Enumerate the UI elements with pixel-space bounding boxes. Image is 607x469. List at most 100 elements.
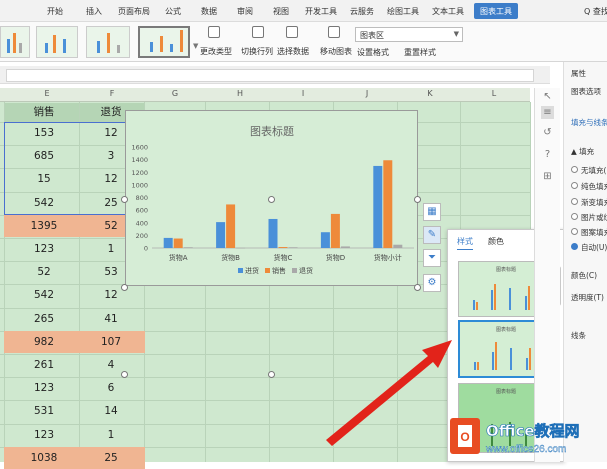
help-icon[interactable]: ? xyxy=(541,148,554,161)
tab-page-layout[interactable]: 页面布局 xyxy=(118,6,150,17)
legend-label: 进货 xyxy=(245,266,259,275)
cell-sales[interactable]: 52 xyxy=(14,261,74,283)
tab-home[interactable]: 开始 xyxy=(47,6,63,17)
resize-handle-b[interactable] xyxy=(268,371,275,378)
cell-sales[interactable]: 1395 xyxy=(14,215,74,237)
cell-returns[interactable]: 4 xyxy=(80,354,142,376)
cell-sales[interactable]: 1038 xyxy=(14,447,74,469)
cell-returns[interactable]: 14 xyxy=(80,400,142,422)
bar-退货[interactable] xyxy=(393,244,403,248)
style-gallery-arrow[interactable]: ▼ xyxy=(193,42,198,50)
fill-section-toggle[interactable]: ▲ 填充 xyxy=(571,146,594,157)
column-header-l[interactable]: L xyxy=(489,89,499,98)
y-tick-label: 0 xyxy=(144,245,148,253)
properties-icon[interactable]: ≡ xyxy=(541,106,554,119)
bar-销售[interactable] xyxy=(226,204,236,248)
cell-sales[interactable]: 265 xyxy=(14,308,74,330)
chart-element-select[interactable]: 图表区 ▼ xyxy=(355,27,463,42)
cell-sales[interactable]: 531 xyxy=(14,400,74,422)
bar-进货[interactable] xyxy=(268,218,278,248)
chart-filter-icon[interactable]: ⏷ xyxy=(423,249,441,267)
radio-no-fill[interactable] xyxy=(571,166,578,173)
chart-style-thumb-4[interactable] xyxy=(138,26,190,58)
column-header-f[interactable]: F xyxy=(107,89,117,98)
cell-sales[interactable]: 123 xyxy=(14,238,74,260)
chart-title[interactable]: 图表标题 xyxy=(250,124,294,138)
select-data-button[interactable]: 选择数据 xyxy=(277,46,309,57)
bar-进货[interactable] xyxy=(163,237,173,248)
panel-tab-style[interactable]: 样式 xyxy=(457,236,473,250)
resize-handle-tl[interactable] xyxy=(121,196,128,203)
tab-review[interactable]: 审阅 xyxy=(237,6,253,17)
tab-data[interactable]: 数据 xyxy=(201,6,217,17)
bar-销售[interactable] xyxy=(330,213,340,248)
column-header-g[interactable]: G xyxy=(170,89,180,98)
cell-sales[interactable]: 261 xyxy=(14,354,74,376)
cell-returns[interactable]: 1 xyxy=(80,424,142,446)
radio-gradient-fill[interactable] xyxy=(571,198,578,205)
chart-style-thumb-1[interactable] xyxy=(0,26,30,58)
chart-options-dropdown[interactable]: 图表选项 xyxy=(571,86,601,97)
column-header-h[interactable]: H xyxy=(235,89,245,98)
column-header-j[interactable]: J xyxy=(362,89,372,98)
tab-chart-tools[interactable]: 图表工具 xyxy=(474,3,518,19)
bar-销售[interactable] xyxy=(278,247,288,248)
resize-handle-t[interactable] xyxy=(268,196,275,203)
tab-view[interactable]: 视图 xyxy=(273,6,289,17)
tab-drawing-tools[interactable]: 绘图工具 xyxy=(387,6,419,17)
resize-handle-bl[interactable] xyxy=(121,371,128,378)
search-button[interactable]: Q 查找 xyxy=(584,6,607,17)
bar-销售[interactable] xyxy=(383,160,393,248)
panel-tab-color[interactable]: 颜色 xyxy=(488,236,504,247)
chart-style-thumb-2[interactable] xyxy=(36,26,78,58)
cell-sales[interactable]: 542 xyxy=(14,284,74,306)
cell-sales[interactable]: 982 xyxy=(14,331,74,353)
bar-销售[interactable] xyxy=(173,238,183,248)
change-type-button[interactable]: 更改类型 xyxy=(200,46,232,57)
bar-进货[interactable] xyxy=(216,222,226,248)
set-format-button[interactable]: 设置格式 xyxy=(357,47,389,58)
tab-developer[interactable]: 开发工具 xyxy=(305,6,337,17)
resize-handle-r[interactable] xyxy=(414,284,421,291)
tab-formulas[interactable]: 公式 xyxy=(165,6,181,17)
cell-returns[interactable]: 6 xyxy=(80,377,142,399)
bar-退货[interactable] xyxy=(236,247,246,249)
move-chart-button[interactable]: 移动图表 xyxy=(320,46,352,57)
color-label: 颜色(C) xyxy=(571,271,598,280)
bar-退货[interactable] xyxy=(288,247,298,248)
header-sales[interactable]: 销售 xyxy=(14,102,74,122)
tab-cloud[interactable]: 云服务 xyxy=(350,6,374,17)
bar-进货[interactable] xyxy=(373,165,383,248)
fill-line-tab[interactable]: 填充与线条 xyxy=(571,117,607,128)
cell-sales[interactable]: 123 xyxy=(14,424,74,446)
bar-进货[interactable] xyxy=(320,232,330,248)
column-header-e[interactable]: E xyxy=(42,89,52,98)
formula-input[interactable] xyxy=(6,69,534,82)
radio-pattern-fill[interactable] xyxy=(571,228,578,235)
cell-returns[interactable]: 25 xyxy=(80,447,142,469)
resize-handle-l[interactable] xyxy=(121,284,128,291)
chart-style-brush-icon[interactable]: ✎ xyxy=(423,226,441,244)
switch-rowcol-button[interactable]: 切换行列 xyxy=(241,46,273,57)
history-icon[interactable]: ↺ xyxy=(541,126,554,139)
chart-elements-icon[interactable]: ▦ xyxy=(423,203,441,221)
chart-settings-gear-icon[interactable]: ⚙ xyxy=(423,274,441,292)
radio-auto-fill[interactable] xyxy=(571,243,578,250)
cell-returns[interactable]: 41 xyxy=(80,308,142,330)
tab-insert[interactable]: 插入 xyxy=(86,6,102,17)
apps-icon[interactable]: ⊞ xyxy=(541,170,554,183)
radio-solid-fill[interactable] xyxy=(571,182,578,189)
reset-style-button[interactable]: 重置样式 xyxy=(404,47,436,58)
cell-returns[interactable]: 107 xyxy=(80,331,142,353)
arrow-pointer-icon[interactable]: ↖ xyxy=(541,90,554,103)
cell-sales[interactable]: 123 xyxy=(14,377,74,399)
tab-text-tools[interactable]: 文本工具 xyxy=(432,6,464,17)
cell-returns[interactable]: 12 xyxy=(80,284,142,306)
chart-style-thumb-3[interactable] xyxy=(86,26,130,58)
bar-退货[interactable] xyxy=(183,247,193,248)
column-header-i[interactable]: I xyxy=(298,89,308,98)
radio-picture-fill[interactable] xyxy=(571,213,578,220)
bar-退货[interactable] xyxy=(340,246,350,248)
resize-handle-tr[interactable] xyxy=(414,196,421,203)
column-header-k[interactable]: K xyxy=(425,89,435,98)
